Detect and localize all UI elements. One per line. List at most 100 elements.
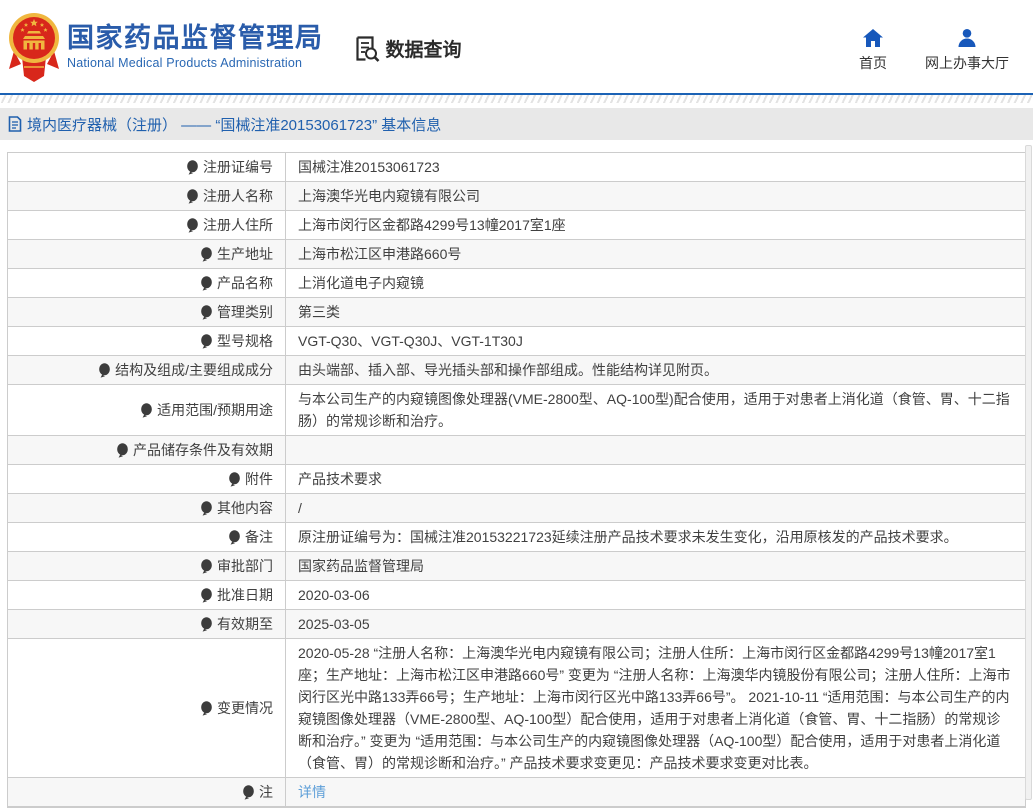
row-label: 型号规格: [217, 330, 273, 352]
row-label-cell: 注: [8, 778, 286, 806]
row-label-cell: 产品名称: [8, 269, 286, 297]
row-label: 有效期至: [217, 613, 273, 635]
row-value-cell: 产品技术要求: [286, 465, 1025, 493]
row-value-cell: 国家药品监督管理局: [286, 552, 1025, 580]
row-value-cell: 上海澳华光电内窥镜有限公司: [286, 182, 1025, 210]
table-row: 型号规格 VGT-Q30、VGT-Q30J、VGT-1T30J: [8, 327, 1025, 356]
table-row: 其他内容 /: [8, 494, 1025, 523]
row-label: 结构及组成/主要组成成分: [115, 359, 273, 381]
row-label: 注册证编号: [203, 156, 273, 178]
row-value: 2025-03-05: [298, 613, 370, 635]
table-row: 产品名称 上消化道电子内窥镜: [8, 269, 1025, 298]
row-value-cell: [286, 436, 1025, 464]
row-value-cell: 国械注准20153061723: [286, 153, 1025, 181]
note-icon: [200, 617, 213, 632]
table-row: 注册证编号 国械注准20153061723: [8, 153, 1025, 182]
row-label: 注: [259, 781, 273, 803]
table-row: 结构及组成/主要组成成分 由头端部、插入部、导光插头部和操作部组成。性能结构详见…: [8, 356, 1025, 385]
row-value-cell: 原注册证编号为：国械注准20153221723延续注册产品技术要求未发生变化，沿…: [286, 523, 1025, 551]
row-value: 2020-05-28 “注册人名称：上海澳华光电内窥镜有限公司；注册人住所：上海…: [298, 642, 1011, 774]
row-label: 注册人住所: [203, 214, 273, 236]
row-value: 上海澳华光电内窥镜有限公司: [298, 185, 480, 207]
breadcrumb: 境内医疗器械（注册） —— “国械注准20153061723” 基本信息: [0, 108, 1033, 140]
site-title-block: 国家药品监督管理局 National Medical Products Admi…: [67, 23, 324, 70]
user-icon: [957, 29, 977, 47]
site-subtitle: National Medical Products Administration: [67, 56, 324, 70]
row-value: 产品技术要求: [298, 468, 382, 490]
row-value: VGT-Q30、VGT-Q30J、VGT-1T30J: [298, 330, 523, 352]
table-row: 生产地址 上海市松江区申港路660号: [8, 240, 1025, 269]
nav-service-hall[interactable]: 网上办事大厅: [925, 29, 1009, 73]
row-label: 生产地址: [217, 243, 273, 265]
note-icon: [200, 701, 213, 716]
site-title: 国家药品监督管理局: [67, 23, 324, 53]
row-value: 上海市闵行区金都路4299号13幢2017室1座: [298, 214, 566, 236]
row-value: 国械注准20153061723: [298, 156, 440, 178]
row-label-cell: 附件: [8, 465, 286, 493]
site-header: 国家药品监督管理局 National Medical Products Admi…: [0, 0, 1033, 93]
note-icon: [116, 443, 129, 458]
row-label: 审批部门: [217, 555, 273, 577]
row-label-cell: 变更情况: [8, 639, 286, 777]
nav-home[interactable]: 首页: [859, 29, 887, 73]
row-value: 上消化道电子内窥镜: [298, 272, 424, 294]
row-label-cell: 批准日期: [8, 581, 286, 609]
row-label: 备注: [245, 526, 273, 548]
note-icon: [200, 559, 213, 574]
row-value: 第三类: [298, 301, 340, 323]
row-label-cell: 注册证编号: [8, 153, 286, 181]
row-value: 国家药品监督管理局: [298, 555, 424, 577]
table-row: 有效期至 2025-03-05: [8, 610, 1025, 639]
note-icon: [186, 160, 199, 175]
row-value: 上海市松江区申港路660号: [298, 243, 461, 265]
note-icon: [242, 785, 255, 800]
row-value-cell: /: [286, 494, 1025, 522]
row-value-cell: 2025-03-05: [286, 610, 1025, 638]
note-icon: [200, 501, 213, 516]
site-logo[interactable]: 国家药品监督管理局 National Medical Products Admi…: [8, 11, 324, 83]
row-label: 适用范围/预期用途: [157, 399, 273, 421]
row-label-cell: 审批部门: [8, 552, 286, 580]
row-label: 变更情况: [217, 697, 273, 719]
data-query-tab[interactable]: 数据查询: [354, 35, 462, 62]
table-row: 注册人住所 上海市闵行区金都路4299号13幢2017室1座: [8, 211, 1025, 240]
note-icon: [200, 247, 213, 262]
national-emblem-icon: [8, 11, 60, 83]
row-label: 附件: [245, 468, 273, 490]
row-label-cell: 其他内容: [8, 494, 286, 522]
nav-home-label: 首页: [859, 53, 887, 73]
note-icon: [98, 363, 111, 378]
row-value: 由头端部、插入部、导光插头部和操作部组成。性能结构详见附页。: [298, 359, 718, 381]
stripe-band: [0, 95, 1033, 103]
note-icon: [200, 305, 213, 320]
row-label: 管理类别: [217, 301, 273, 323]
details-link[interactable]: 详情: [298, 781, 326, 803]
row-value-cell: 详情: [286, 778, 1025, 806]
main-content: 注册证编号 国械注准20153061723 注册人名称 上海澳华光电内窥镜有限公…: [0, 140, 1033, 808]
note-icon: [200, 588, 213, 603]
row-label-cell: 结构及组成/主要组成成分: [8, 356, 286, 384]
row-label-cell: 产品储存条件及有效期: [8, 436, 286, 464]
row-label: 产品名称: [217, 272, 273, 294]
table-row: 审批部门 国家药品监督管理局: [8, 552, 1025, 581]
table-row: 适用范围/预期用途 与本公司生产的内窥镜图像处理器(VME-2800型、AQ-1…: [8, 385, 1025, 436]
registration-info-table: 注册证编号 国械注准20153061723 注册人名称 上海澳华光电内窥镜有限公…: [7, 152, 1026, 808]
note-icon: [200, 334, 213, 349]
row-label-cell: 有效期至: [8, 610, 286, 638]
vertical-scrollbar[interactable]: [1025, 145, 1032, 800]
row-label: 产品储存条件及有效期: [133, 439, 273, 461]
row-label-cell: 注册人住所: [8, 211, 286, 239]
table-row: 附件 产品技术要求: [8, 465, 1025, 494]
row-value: /: [298, 497, 302, 519]
table-row: 注 详情: [8, 778, 1025, 807]
row-label: 批准日期: [217, 584, 273, 606]
document-search-icon: [354, 36, 380, 62]
row-label-cell: 型号规格: [8, 327, 286, 355]
breadcrumb-text: 境内医疗器械（注册） —— “国械注准20153061723” 基本信息: [27, 114, 441, 135]
header-nav: 首页 网上办事大厅: [859, 21, 1033, 73]
row-label-cell: 适用范围/预期用途: [8, 385, 286, 435]
nav-service-hall-label: 网上办事大厅: [925, 53, 1009, 73]
table-row: 注册人名称 上海澳华光电内窥镜有限公司: [8, 182, 1025, 211]
row-label: 注册人名称: [203, 185, 273, 207]
row-value-cell: 上海市松江区申港路660号: [286, 240, 1025, 268]
